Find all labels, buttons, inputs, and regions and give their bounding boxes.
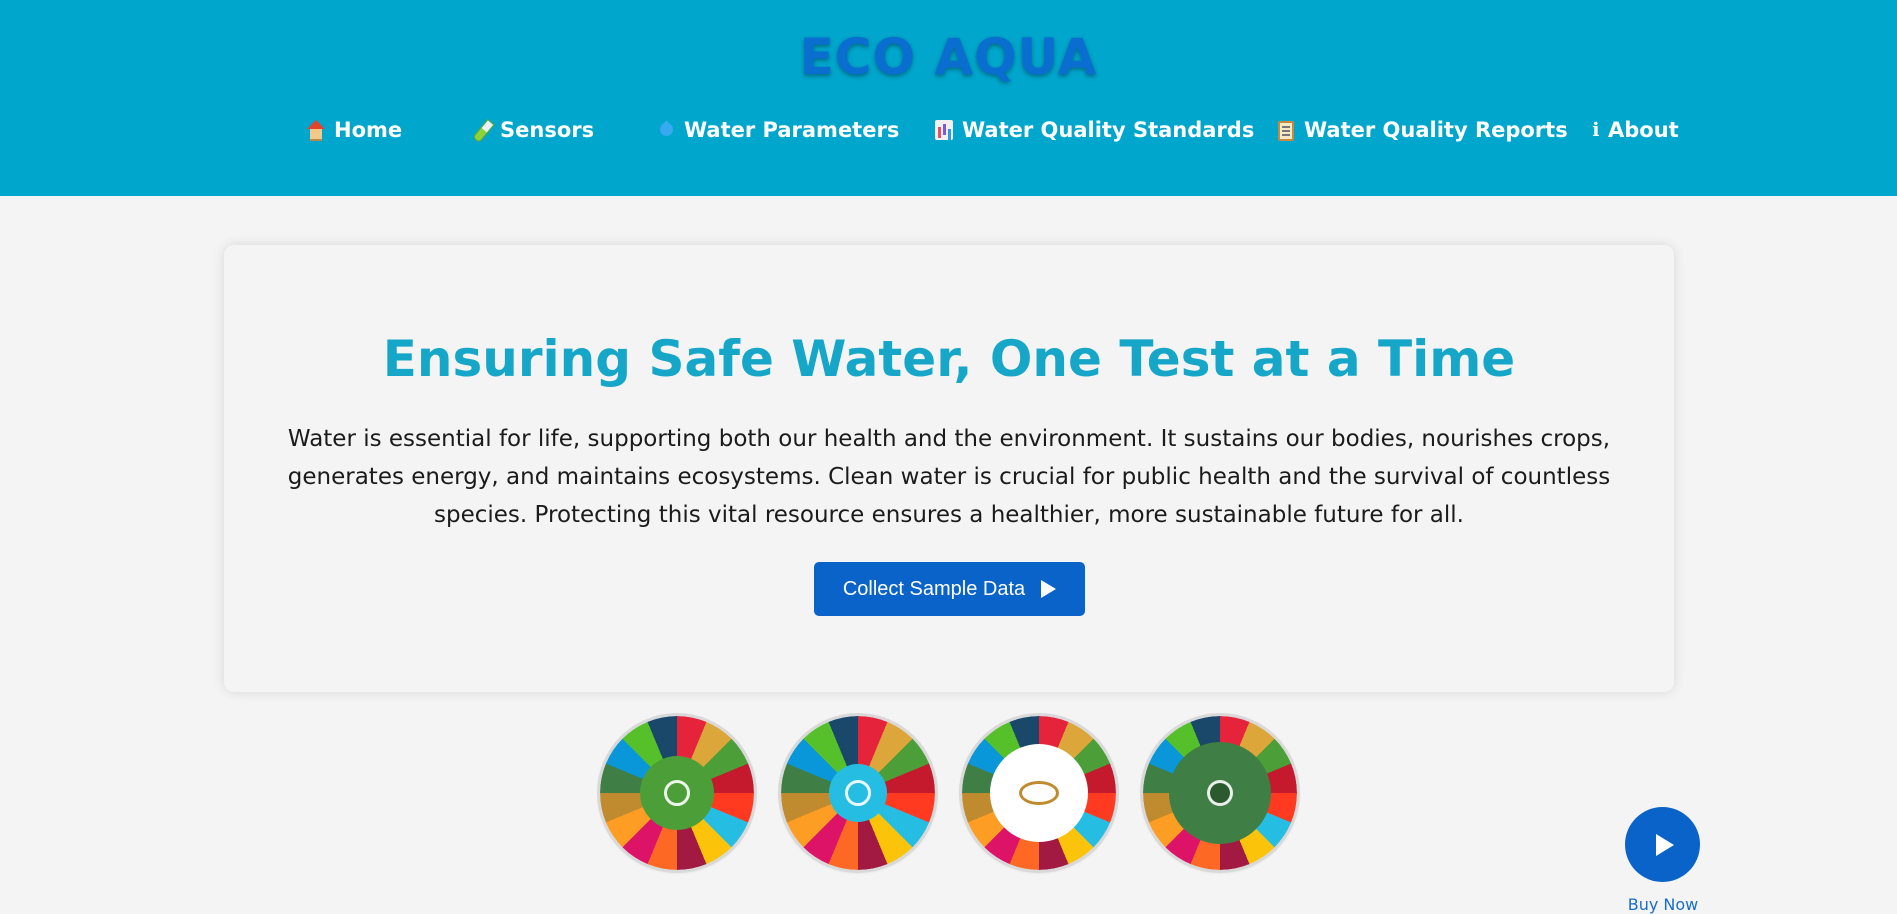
nav-item-sensors[interactable]: Sensors — [472, 118, 594, 142]
button-label: Collect Sample Data — [842, 577, 1026, 600]
nav-item-label: Water Parameters — [684, 118, 900, 142]
nav-item-water-quality-reports[interactable]: Water Quality Reports — [1276, 118, 1568, 142]
sdg-symbol-icon — [845, 780, 871, 806]
nav-item-label: About — [1608, 118, 1679, 142]
hero-card: Ensuring Safe Water, One Test at a Time … — [224, 245, 1674, 692]
hero-description: Water is essential for life, supporting … — [287, 426, 1611, 528]
info-icon: ℹ — [1592, 119, 1600, 141]
nav-item-label: Water Quality Standards — [962, 118, 1255, 142]
site-header: ECO AQUA Home Sensors Water Parameters W… — [0, 0, 1897, 196]
main-nav: Home Sensors Water Parameters Water Qual… — [0, 118, 1897, 154]
nav-item-water-quality-standards[interactable]: Water Quality Standards — [934, 118, 1254, 142]
sdg-goal-13-wheel — [1143, 716, 1297, 870]
nav-item-label: Water Quality Reports — [1304, 118, 1568, 142]
nav-item-label: Sensors — [500, 118, 595, 142]
infinity-icon — [1019, 781, 1059, 805]
sdg-center — [640, 756, 714, 830]
test-tube-icon — [472, 119, 492, 141]
clipboard-icon — [1276, 119, 1296, 141]
buy-now-link[interactable]: Buy Now — [1620, 895, 1706, 914]
bar-chart-icon — [934, 119, 954, 141]
sdg-center — [829, 764, 887, 822]
brand-logo-text[interactable]: ECO AQUA — [0, 28, 1897, 86]
nav-item-label: Home — [334, 118, 403, 142]
house-icon — [306, 119, 326, 141]
sdg-symbol-icon — [664, 780, 690, 806]
sdg-goal-3-wheel — [600, 716, 754, 870]
play-icon — [1041, 580, 1057, 598]
droplet-icon — [656, 119, 676, 141]
sdg-goal-6-wheel — [781, 716, 935, 870]
nav-item-water-parameters[interactable]: Water Parameters — [656, 118, 899, 142]
nav-item-home[interactable]: Home — [306, 118, 402, 142]
floating-play-button[interactable] — [1625, 807, 1700, 882]
sdg-center — [990, 744, 1088, 842]
hero-title: Ensuring Safe Water, One Test at a Time — [382, 330, 1516, 388]
play-icon — [1656, 834, 1674, 856]
collect-sample-data-button[interactable]: Collect Sample Data — [814, 562, 1085, 616]
eye-globe-icon — [1207, 780, 1233, 806]
nav-item-about[interactable]: ℹ About — [1592, 118, 1679, 142]
sdg-center — [1169, 742, 1271, 844]
sdg-goal-12-wheel — [962, 716, 1116, 870]
